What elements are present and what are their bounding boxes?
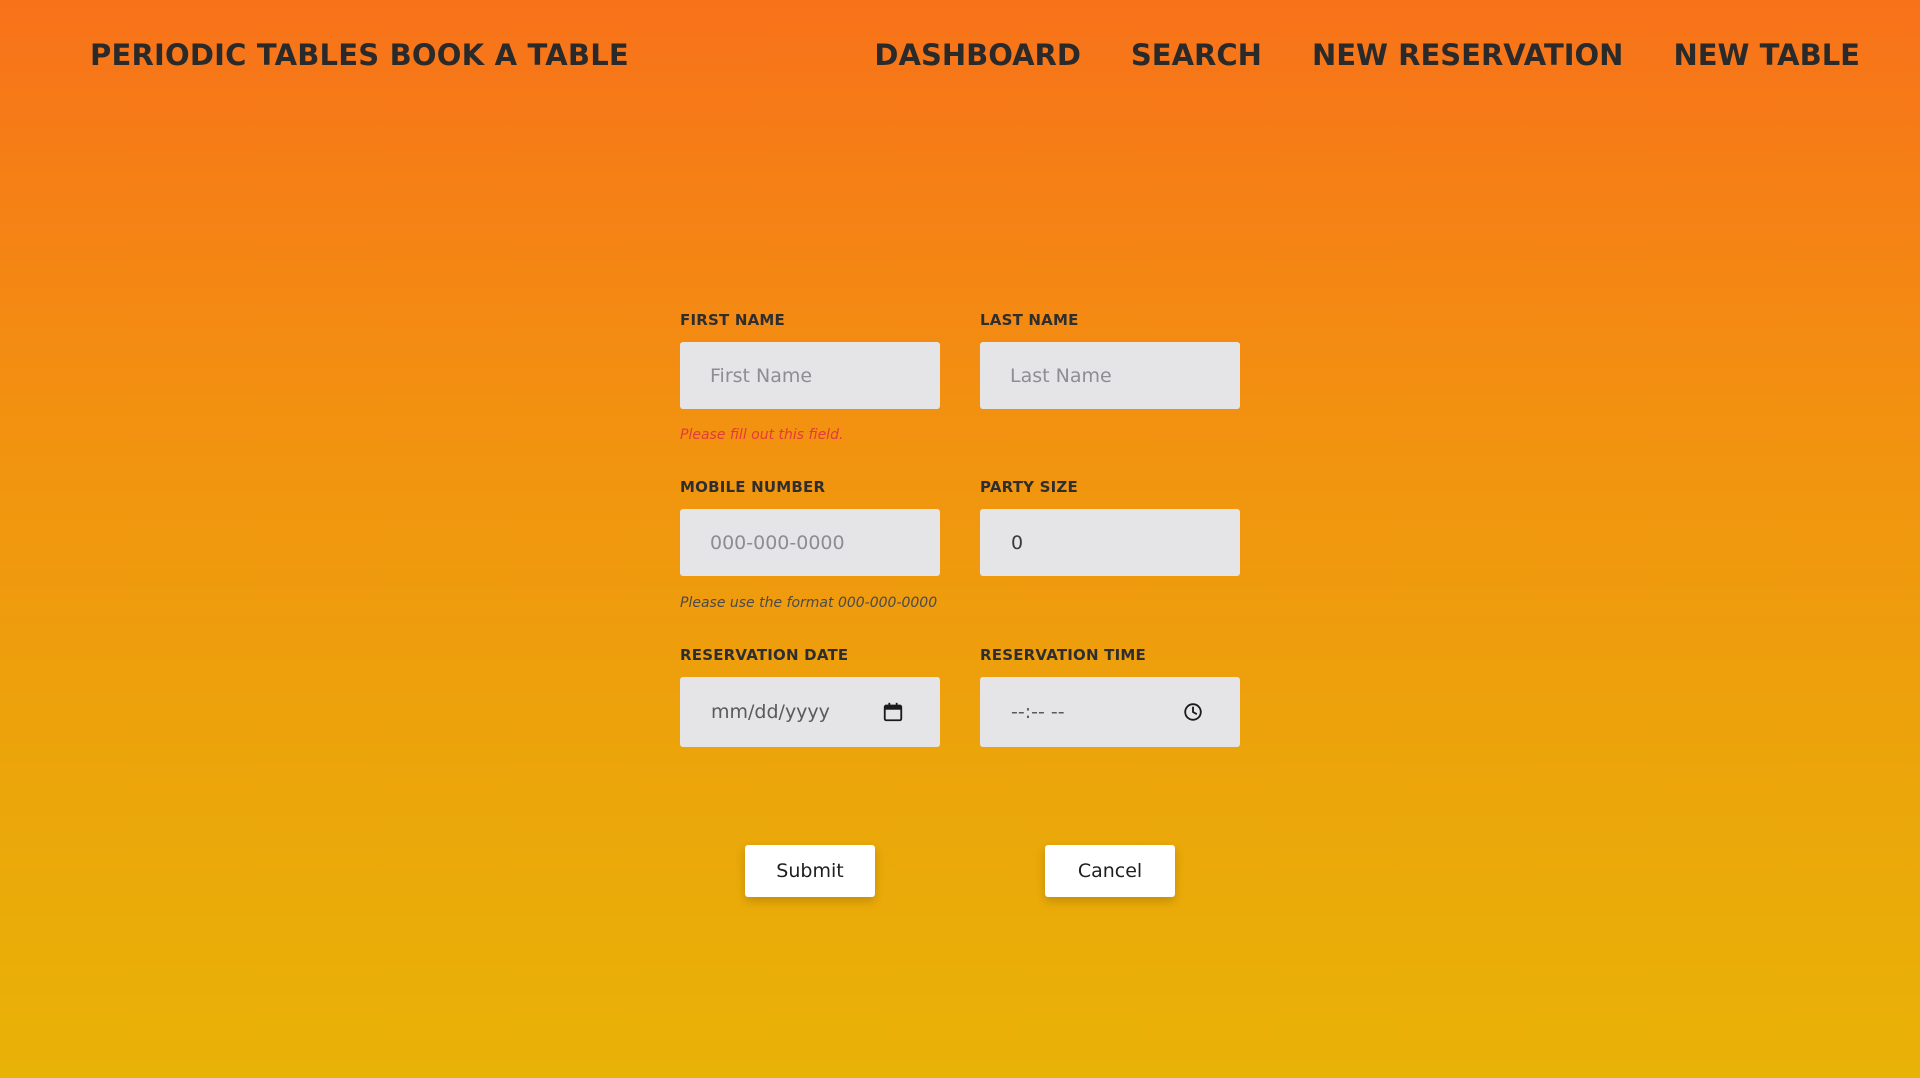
first-name-input[interactable]	[680, 342, 940, 409]
last-name-label: LAST NAME	[980, 311, 1079, 329]
clock-icon[interactable]	[1182, 701, 1204, 723]
party-size-field: PARTY SIZE 0	[980, 477, 1240, 576]
mobile-number-label: MOBILE NUMBER	[680, 478, 826, 496]
top-navbar: PERIODIC TABLES BOOK A TABLE DASHBOARD S…	[0, 0, 1920, 110]
mobile-number-box	[680, 509, 940, 576]
reservation-time-label: RESERVATION TIME	[980, 646, 1146, 664]
nav-link-search[interactable]: SEARCH	[1131, 36, 1262, 74]
party-size-box[interactable]: 0	[980, 509, 1240, 576]
reservation-time-field: RESERVATION TIME --:-- --	[980, 645, 1240, 747]
brand-logo-text[interactable]: PERIODIC TABLES BOOK A TABLE	[90, 36, 629, 74]
reservation-date-input[interactable]: mm/dd/yyyy	[680, 677, 940, 747]
cancel-button[interactable]: Cancel	[1045, 845, 1175, 897]
last-name-box	[980, 342, 1240, 409]
calendar-icon[interactable]	[882, 701, 904, 723]
first-name-box	[680, 342, 940, 409]
nav-link-new-reservation[interactable]: NEW RESERVATION	[1312, 36, 1624, 74]
reservation-date-label: RESERVATION DATE	[680, 646, 849, 664]
first-name-field: FIRST NAME	[680, 310, 940, 409]
last-name-field: LAST NAME	[980, 310, 1240, 409]
reservation-time-placeholder: --:-- --	[1011, 701, 1065, 723]
submit-button[interactable]: Submit	[745, 845, 875, 897]
party-size-value[interactable]: 0	[1011, 509, 1023, 578]
party-size-label: PARTY SIZE	[980, 478, 1078, 496]
mobile-number-field: MOBILE NUMBER	[680, 477, 940, 576]
reservation-date-field: RESERVATION DATE mm/dd/yyyy	[680, 645, 940, 747]
first-name-error-message: Please fill out this field.	[680, 427, 844, 443]
reservation-date-placeholder: mm/dd/yyyy	[711, 701, 830, 723]
last-name-input[interactable]	[980, 342, 1240, 409]
nav-link-new-table[interactable]: NEW TABLE	[1673, 36, 1860, 74]
mobile-number-input[interactable]	[680, 509, 940, 576]
nav-link-dashboard[interactable]: DASHBOARD	[874, 36, 1081, 74]
mobile-format-hint: Please use the format 000-000-0000	[680, 595, 938, 611]
reservation-time-input[interactable]: --:-- --	[980, 677, 1240, 747]
first-name-label: FIRST NAME	[680, 311, 785, 329]
nav-links: DASHBOARD SEARCH NEW RESERVATION NEW TAB…	[874, 36, 1860, 74]
